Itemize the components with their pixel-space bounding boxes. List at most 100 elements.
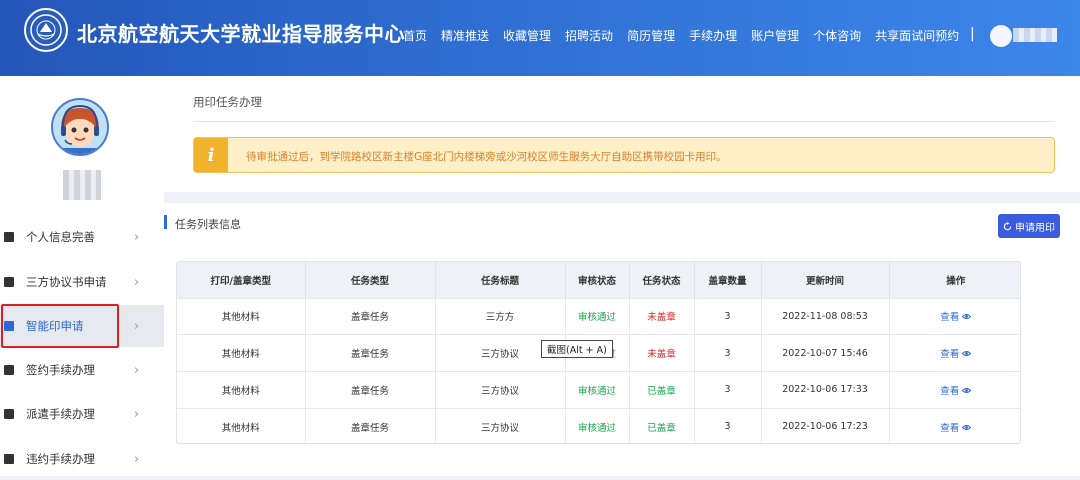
profile-name-blurred <box>63 170 101 200</box>
nav-separator: | <box>970 26 975 42</box>
task-title-cell: 三方方 <box>435 297 566 335</box>
page-header-panel: 用印任务办理 i 待审批通过后，到学院路校区新主楼G座北门内楼梯旁或沙河校区师生… <box>164 76 1080 192</box>
task-title-cell: 三方协议 <box>435 407 566 443</box>
view-link[interactable]: 查看 <box>940 349 972 361</box>
updated-time-cell: 2022-10-07 15:46 <box>761 334 890 372</box>
column-header[interactable]: 操作 <box>889 262 1020 298</box>
notice-banner: i 待审批通过后，到学院路校区新主楼G座北门内楼梯旁或沙河校区师生服务大厅自助区… <box>193 137 1055 173</box>
user-name-blurred[interactable] <box>1013 28 1057 42</box>
chevron-right-icon: › <box>134 362 140 378</box>
dispatch-icon <box>4 409 14 419</box>
print-type-cell: 其他材料 <box>177 370 306 409</box>
task-type-cell: 盖章任务 <box>305 334 436 372</box>
apply-seal-button[interactable]: 申请用印 <box>998 214 1060 238</box>
site-title[interactable]: 北京航空航天大学就业指导服务中心 <box>77 18 405 47</box>
view-label: 查看 <box>940 385 960 397</box>
task-type-cell: 盖章任务 <box>305 370 436 409</box>
nav-home[interactable]: 首页 <box>403 27 427 44</box>
view-label: 查看 <box>940 422 960 434</box>
sidebar-item-personal-info[interactable]: 个人信息完善 › <box>0 216 164 258</box>
sidebar-item-label: 违约手续办理 <box>26 452 95 466</box>
view-label: 查看 <box>940 349 960 361</box>
print-type-cell: 其他材料 <box>177 334 306 372</box>
table-row: 其他材料 盖章任务 三方协议 审核通过 已盖章 3 2022-10-06 17:… <box>177 370 1020 409</box>
notice-text: 待审批通过后，到学院路校区新主楼G座北门内楼梯旁或沙河校区师生服务大厅自助区携带… <box>246 151 727 163</box>
nav-resume[interactable]: 简历管理 <box>627 27 675 44</box>
university-logo[interactable] <box>24 8 68 52</box>
chevron-right-icon: › <box>134 451 140 467</box>
chevron-right-icon: › <box>134 406 140 422</box>
action-cell: 查看 <box>889 370 1020 409</box>
task-list-heading: 任务列表信息 <box>175 218 241 231</box>
print-type-cell: 其他材料 <box>177 297 306 335</box>
table-row: 其他材料 盖章任务 三方方 审核通过 未盖章 3 2022-11-08 08:5… <box>177 297 1020 335</box>
review-status-cell: 审核通过 <box>565 297 630 335</box>
nav-procedures[interactable]: 手续办理 <box>689 27 737 44</box>
task-status-cell: 未盖章 <box>629 334 695 372</box>
nav-consulting[interactable]: 个体咨询 <box>813 27 861 44</box>
seal-count-cell: 3 <box>694 370 762 409</box>
chevron-right-icon: › <box>134 318 140 334</box>
column-header[interactable]: 更新时间 <box>761 262 890 298</box>
page-title: 用印任务办理 <box>193 95 262 109</box>
nav-recruitment[interactable]: 招聘活动 <box>565 27 613 44</box>
sidebar: 个人信息完善 › 三方协议书申请 › 智能印申请 › 签约手续办理 › 派遣手续… <box>0 76 164 476</box>
column-header[interactable]: 盖章数量 <box>694 262 762 298</box>
column-header[interactable]: 任务标题 <box>435 262 566 298</box>
seal-count-cell: 3 <box>694 297 762 335</box>
view-link[interactable]: 查看 <box>940 385 972 397</box>
nav-account[interactable]: 账户管理 <box>751 27 799 44</box>
section-accent-bar <box>164 215 167 229</box>
eye-icon <box>962 351 972 357</box>
updated-time-cell: 2022-11-08 08:53 <box>761 297 890 335</box>
updated-time-cell: 2022-10-06 17:23 <box>761 407 890 443</box>
info-icon: i <box>194 138 228 172</box>
profile-avatar <box>51 98 109 156</box>
column-header[interactable]: 打印/盖章类型 <box>177 262 306 298</box>
seal-count-cell: 3 <box>694 334 762 372</box>
logo-emblem-icon <box>30 14 62 46</box>
task-status-cell: 未盖章 <box>629 297 695 335</box>
table-row: 其他材料 盖章任务 三方协议 审核通过 已盖章 3 2022-10-06 17:… <box>177 407 1020 443</box>
user-card-icon <box>4 232 14 242</box>
task-status-cell: 已盖章 <box>629 370 695 409</box>
task-type-cell: 盖章任务 <box>305 407 436 443</box>
view-link[interactable]: 查看 <box>940 422 972 434</box>
divider <box>193 121 1055 122</box>
breach-icon <box>4 454 14 464</box>
user-avatar[interactable] <box>990 25 1012 47</box>
main-nav: 首页 精准推送 收藏管理 招聘活动 简历管理 手续办理 账户管理 个体咨询 共享… <box>403 27 973 44</box>
task-status-cell: 已盖章 <box>629 407 695 443</box>
sidebar-item-label: 三方协议书申请 <box>26 275 107 289</box>
sidebar-item-label: 签约手续办理 <box>26 363 95 377</box>
eye-icon <box>962 314 972 320</box>
review-status-cell: 审核通过 <box>565 370 630 409</box>
view-link[interactable]: 查看 <box>940 312 972 323</box>
nav-precise-push[interactable]: 精准推送 <box>441 27 489 44</box>
action-cell: 查看 <box>889 297 1020 335</box>
sidebar-item-signing[interactable]: 签约手续办理 › <box>0 349 164 391</box>
nav-favorites[interactable]: 收藏管理 <box>503 27 551 44</box>
sidebar-item-tripartite-agreement[interactable]: 三方协议书申请 › <box>0 261 164 303</box>
nav-interview-booking[interactable]: 共享面试间预约 <box>875 27 959 44</box>
column-header[interactable]: 任务类型 <box>305 262 436 298</box>
review-status-cell: 审核通过 <box>565 407 630 443</box>
apply-seal-label: 申请用印 <box>1015 222 1055 234</box>
sidebar-item-dispatch[interactable]: 派遣手续办理 › <box>0 393 164 435</box>
sidebar-item-smart-seal[interactable]: 智能印申请 › <box>0 305 164 347</box>
eye-icon <box>962 424 972 430</box>
sidebar-item-label: 智能印申请 <box>26 319 84 333</box>
cartoon-avatar-icon <box>61 104 99 154</box>
task-type-cell: 盖章任务 <box>305 297 436 335</box>
task-title-cell: 三方协议 <box>435 370 566 409</box>
screenshot-tooltip: 截图(Alt + A) <box>541 340 613 358</box>
contract-icon <box>4 365 14 375</box>
column-header[interactable]: 审核状态 <box>565 262 630 298</box>
sidebar-item-label: 派遣手续办理 <box>26 407 95 421</box>
action-cell: 查看 <box>889 334 1020 372</box>
document-icon <box>4 277 14 287</box>
task-list-panel: 任务列表信息 申请用印 打印/盖章类型 任务类型 任务标题 审核状态 任务状态 … <box>164 203 1080 476</box>
column-header[interactable]: 任务状态 <box>629 262 695 298</box>
sidebar-item-breach[interactable]: 违约手续办理 › <box>0 438 164 480</box>
seal-count-cell: 3 <box>694 407 762 443</box>
